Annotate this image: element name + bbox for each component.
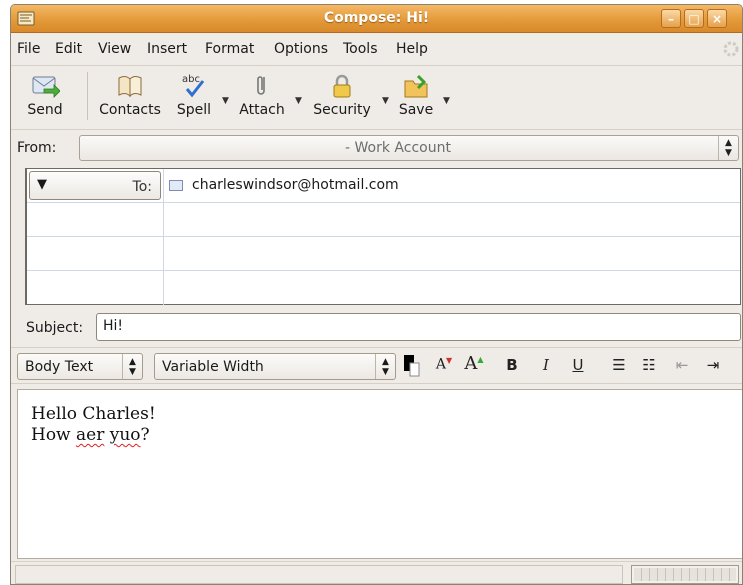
contacts-label: Contacts	[99, 102, 161, 118]
compose-window: Compose: Hi! – □ × File Edit View Insert…	[10, 4, 743, 585]
bold-button[interactable]: B	[502, 356, 522, 374]
select-arrows-icon: ▲ ▼	[718, 136, 738, 160]
misspelled-word[interactable]: aer	[76, 425, 104, 445]
progress-meter	[631, 565, 739, 584]
recipient-type-select[interactable]: ▼ To:	[29, 171, 161, 200]
save-button[interactable]: Save	[395, 68, 437, 118]
main-toolbar: Send Contacts abc Spell ▼ Attach ▼ Secur…	[11, 65, 742, 127]
italic-button[interactable]: I	[536, 356, 556, 374]
contacts-button[interactable]: Contacts	[95, 68, 165, 118]
send-icon	[32, 76, 60, 98]
recipient-address[interactable]: charleswindsor@hotmail.com	[192, 177, 399, 193]
recipient-row-empty[interactable]	[27, 237, 740, 271]
text-color-icon[interactable]	[404, 355, 420, 377]
title-bar[interactable]: Compose: Hi! – □ ×	[11, 5, 742, 33]
menu-edit[interactable]: Edit	[55, 41, 82, 57]
maximize-button[interactable]: □	[684, 9, 704, 28]
spell-label: Spell	[176, 102, 212, 118]
paperclip-icon	[257, 76, 265, 95]
spell-button[interactable]: abc Spell	[173, 68, 215, 118]
recipient-type-cell	[27, 271, 164, 305]
security-label: Security	[313, 102, 371, 118]
from-account-select[interactable]: - Work Account ▲ ▼	[79, 135, 739, 161]
message-body-editor[interactable]: Hello Charles! How aer yuo?	[17, 389, 742, 559]
menu-help[interactable]: Help	[396, 41, 428, 57]
progress-fill	[634, 568, 736, 581]
attach-label: Attach	[239, 102, 285, 118]
subject-row: Subject: Hi!	[11, 310, 742, 344]
spell-dropdown-icon[interactable]: ▼	[222, 96, 229, 106]
lock-icon	[333, 74, 351, 98]
activity-throbber-icon	[723, 41, 739, 57]
paragraph-style-value: Body Text	[25, 359, 94, 375]
outdent-icon[interactable]: ⇤	[672, 356, 692, 374]
recipient-type-cell	[27, 237, 164, 270]
attach-button[interactable]: Attach	[236, 68, 288, 118]
recipient-row-empty[interactable]	[27, 203, 740, 237]
underline-button[interactable]: U	[568, 356, 588, 374]
body-text: ?	[140, 425, 150, 445]
security-button[interactable]: Security	[310, 68, 374, 118]
numbered-list-icon[interactable]: ☷	[639, 356, 659, 374]
menu-format[interactable]: Format	[205, 41, 254, 57]
close-button[interactable]: ×	[707, 9, 727, 28]
from-account-value: - Work Account	[345, 140, 451, 156]
save-folder-icon	[404, 74, 428, 98]
format-toolbar: Body Text ▲ ▼ Variable Width ▲ ▼ A▼ A▲ B I…	[11, 347, 742, 384]
menu-insert[interactable]: Insert	[147, 41, 187, 57]
save-label: Save	[398, 102, 434, 118]
font-select[interactable]: Variable Width ▲ ▼	[154, 353, 396, 380]
spell-check-icon: abc	[182, 74, 205, 98]
body-text: How	[31, 425, 77, 445]
body-line-1: Hello Charles!	[31, 404, 156, 424]
menu-view[interactable]: View	[98, 41, 131, 57]
select-arrows-icon: ▲ ▼	[122, 354, 142, 379]
recipient-type-cell: ▼ To:	[27, 169, 164, 202]
security-dropdown-icon[interactable]: ▼	[382, 96, 389, 106]
minimize-icon: –	[668, 12, 674, 26]
menu-file[interactable]: File	[17, 41, 40, 57]
select-arrows-icon: ▲ ▼	[375, 354, 395, 379]
save-dropdown-icon[interactable]: ▼	[443, 96, 450, 106]
status-bar	[11, 561, 742, 584]
contact-card-icon	[169, 180, 183, 191]
font-value: Variable Width	[162, 359, 264, 375]
send-button[interactable]: Send	[17, 68, 73, 118]
recipient-row-empty[interactable]	[27, 271, 740, 305]
minimize-button[interactable]: –	[661, 9, 681, 28]
subject-label: Subject:	[26, 320, 84, 336]
svg-text:abc: abc	[182, 74, 200, 85]
menu-tools[interactable]: Tools	[343, 41, 378, 57]
window-title: Compose: Hi!	[323, 10, 430, 26]
bullet-list-icon[interactable]: ☰	[609, 356, 629, 374]
attach-dropdown-icon[interactable]: ▼	[295, 96, 302, 106]
misspelled-word[interactable]: yuo	[110, 425, 141, 445]
from-row: From: - Work Account ▲ ▼	[11, 129, 742, 163]
menu-options[interactable]: Options	[274, 41, 328, 57]
recipient-marker-icon: ▼	[37, 177, 47, 192]
smaller-font-button[interactable]: A▼	[434, 356, 454, 373]
body-line-2: How aer yuo?	[31, 425, 150, 445]
toolbar-separator	[87, 72, 88, 120]
recipient-type-cell	[27, 203, 164, 236]
larger-font-button[interactable]: A▲	[464, 353, 484, 374]
maximize-icon: □	[688, 12, 700, 26]
paragraph-style-select[interactable]: Body Text ▲ ▼	[17, 353, 143, 380]
recipient-list: ▼ To: charleswindsor@hotmail.com	[25, 168, 741, 305]
close-icon: ×	[711, 12, 723, 26]
subject-input[interactable]: Hi!	[96, 313, 741, 341]
menu-bar: File Edit View Insert Format Options Too…	[11, 34, 742, 64]
send-label: Send	[27, 102, 63, 118]
address-book-icon	[118, 76, 142, 98]
indent-icon[interactable]: ⇥	[703, 356, 723, 374]
status-text-area	[15, 565, 623, 584]
recipient-row: ▼ To: charleswindsor@hotmail.com	[27, 169, 740, 203]
from-label: From:	[17, 140, 57, 156]
recipient-type-label: To:	[132, 179, 152, 195]
